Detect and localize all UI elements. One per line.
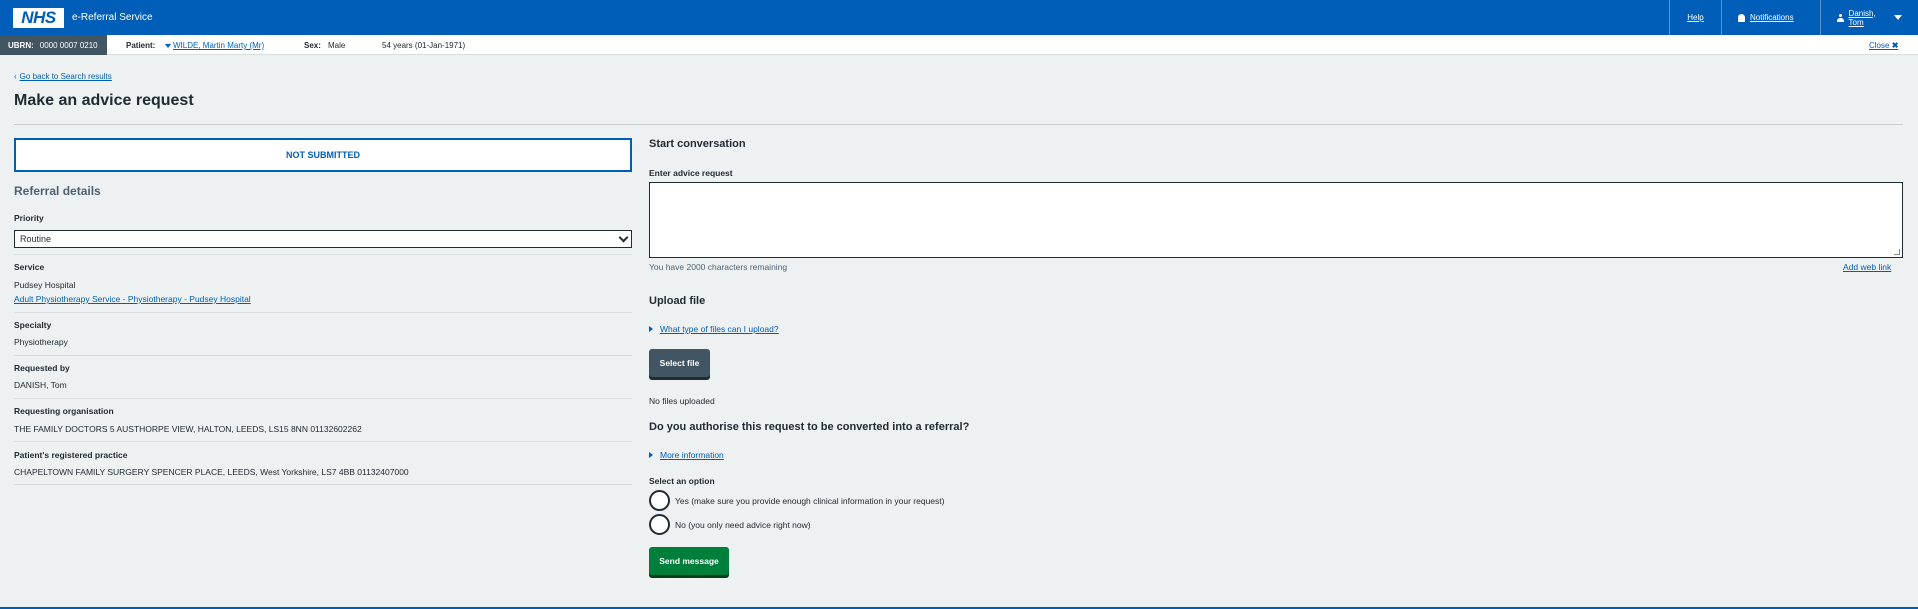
referral-details-heading: Referral details	[14, 184, 101, 198]
option-no[interactable]: No (you only need advice right now)	[649, 514, 811, 535]
page-title: Make an advice request	[14, 92, 194, 109]
sex-label: Sex:	[304, 41, 321, 50]
specialty-label: Specialty	[14, 320, 52, 330]
patient-label: Patient:	[126, 41, 156, 50]
back-link[interactable]: ‹ Go back to Search results	[14, 72, 112, 81]
service-link[interactable]: Adult Physiotherapy Service - Physiother…	[14, 294, 251, 304]
resize-handle-icon[interactable]	[1894, 249, 1900, 255]
divider	[14, 124, 1903, 125]
file-types-link[interactable]: What type of files can I upload?	[660, 324, 779, 334]
chevron-down-icon	[1894, 15, 1902, 20]
advice-request-input[interactable]	[649, 182, 1903, 258]
option-yes[interactable]: Yes (make sure you provide enough clinic…	[649, 490, 944, 511]
close-icon: ✖	[1891, 41, 1899, 50]
upload-file-heading: Upload file	[649, 295, 706, 307]
notifications-link[interactable]: Notifications	[1721, 0, 1820, 35]
more-information-link[interactable]: More information	[660, 450, 724, 460]
ubrn-label: UBRN:	[8, 40, 34, 50]
chevron-left-icon: ‹	[14, 72, 17, 81]
send-message-button[interactable]: Send message	[649, 547, 729, 575]
authorise-heading: Do you authorise this request to be conv…	[649, 421, 970, 433]
priority-select[interactable]: Routine	[14, 230, 632, 248]
triangle-right-icon	[649, 326, 653, 332]
divider	[14, 441, 632, 442]
divider	[14, 398, 632, 399]
characters-remaining: You have 2000 characters remaining	[649, 262, 788, 272]
start-conversation-heading: Start conversation	[649, 138, 746, 150]
user-icon	[1837, 13, 1844, 22]
requesting-org-value: THE FAMILY DOCTORS 5 AUSTHORPE VIEW, HAL…	[14, 424, 362, 434]
divider	[14, 355, 632, 356]
more-information-details[interactable]: More information	[649, 450, 724, 460]
back-link-label[interactable]: Go back to Search results	[20, 72, 112, 81]
notifications-label[interactable]: Notifications	[1750, 13, 1794, 22]
option-no-label[interactable]: No (you only need advice right now)	[675, 520, 811, 530]
help-link[interactable]: Help	[1669, 0, 1721, 35]
app-title: e-Referral Service	[72, 12, 153, 23]
service-label: Service	[14, 262, 45, 272]
help-label[interactable]: Help	[1687, 13, 1703, 22]
select-file-label[interactable]: Select file	[660, 358, 700, 368]
priority-value[interactable]: Routine	[20, 234, 51, 244]
bell-icon	[1738, 13, 1745, 22]
status-text: NOT SUBMITTED	[286, 150, 360, 160]
requested-by-value: DANISH, Tom	[14, 380, 67, 390]
select-file-button[interactable]: Select file	[649, 349, 710, 377]
no-files-text: No files uploaded	[649, 396, 715, 406]
close-link[interactable]: Close ✖	[1869, 41, 1898, 50]
patient-age: 54 years (01-Jan-1971)	[382, 41, 466, 50]
nhs-logo[interactable]: NHS	[13, 8, 64, 28]
close-label[interactable]: Close	[1869, 41, 1889, 50]
radio-yes[interactable]	[649, 490, 670, 511]
patient-banner: UBRN: 0000 0007 0210 Patient: WILDE, Mar…	[0, 35, 1918, 55]
radio-no[interactable]	[649, 514, 670, 535]
divider	[14, 254, 632, 255]
service-location: Pudsey Hospital	[14, 280, 76, 290]
file-types-details[interactable]: What type of files can I upload?	[649, 324, 779, 334]
ubrn-badge: UBRN: 0000 0007 0210	[0, 35, 107, 55]
patient-name[interactable]: WILDE, Martin Marty (Mr)	[173, 41, 264, 50]
option-yes-label[interactable]: Yes (make sure you provide enough clinic…	[675, 496, 944, 506]
user-name[interactable]: Danish, Tom	[1849, 9, 1890, 27]
chevron-down-icon	[618, 232, 629, 243]
patient-name-link[interactable]: WILDE, Martin Marty (Mr)	[165, 41, 264, 50]
select-option-label: Select an option	[649, 476, 715, 486]
specialty-value: Physiotherapy	[14, 337, 68, 347]
priority-label: Priority	[14, 213, 44, 223]
status-panel: NOT SUBMITTED	[14, 138, 632, 172]
registered-practice-value: CHAPELTOWN FAMILY SURGERY SPENCER PLACE,…	[14, 467, 409, 477]
sex-value: Male	[328, 41, 346, 50]
requested-by-label: Requested by	[14, 363, 70, 373]
ubrn-value: 0000 0007 0210	[39, 40, 98, 50]
add-web-link[interactable]: Add web link	[1843, 262, 1891, 272]
chevron-down-icon	[165, 43, 171, 48]
advice-request-label: Enter advice request	[649, 168, 733, 178]
divider	[14, 312, 632, 313]
registered-practice-label: Patient's registered practice	[14, 450, 128, 460]
send-message-label[interactable]: Send message	[659, 556, 719, 566]
divider	[14, 484, 632, 485]
top-header: NHS e-Referral Service Help Notification…	[0, 0, 1918, 35]
user-menu[interactable]: Danish, Tom	[1820, 0, 1918, 35]
requesting-org-label: Requesting organisation	[14, 406, 114, 416]
triangle-right-icon	[649, 452, 653, 458]
